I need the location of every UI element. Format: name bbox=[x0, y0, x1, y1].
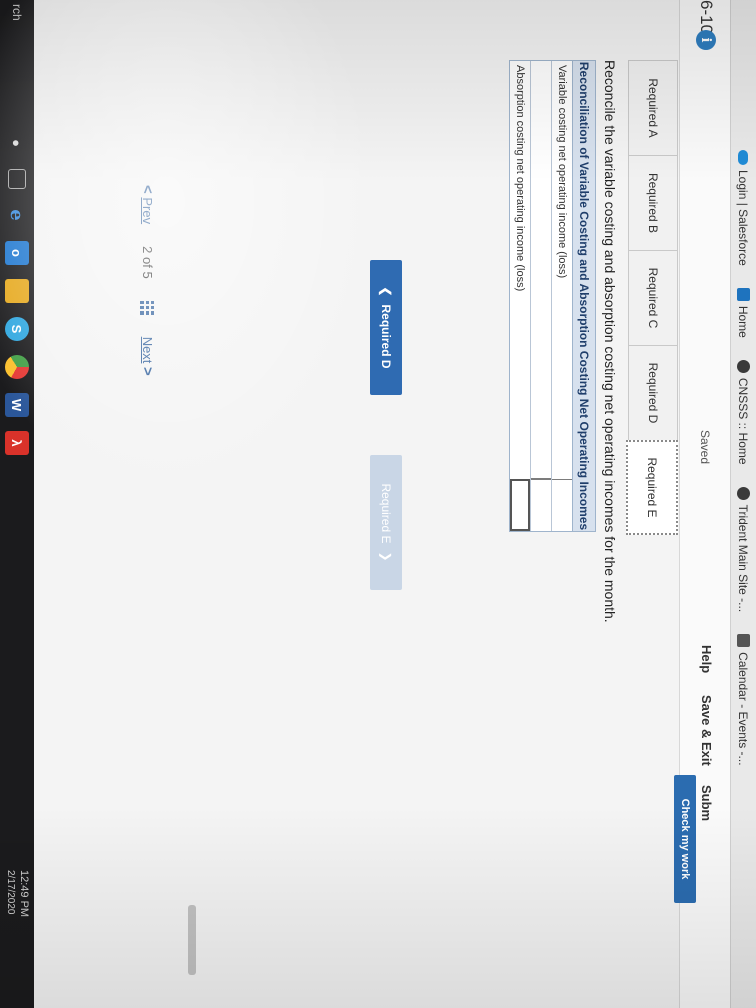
grid-icon[interactable] bbox=[140, 300, 155, 315]
total-pages: 5 bbox=[140, 271, 155, 279]
clock-time: 12:49 PM bbox=[18, 870, 30, 918]
save-exit-button[interactable]: Save & Exit bbox=[699, 695, 714, 766]
globe-icon bbox=[737, 359, 750, 373]
variable-costing-amount-input[interactable] bbox=[552, 479, 572, 531]
prev-required-label: Required D bbox=[379, 304, 393, 369]
table-title: Reconciliation of Variable Costing and A… bbox=[572, 61, 595, 531]
adjustment-select[interactable] bbox=[531, 61, 551, 479]
bookmark-calendar[interactable]: Calendar - Events -... bbox=[736, 634, 751, 766]
submit-button[interactable]: Subm bbox=[699, 785, 714, 821]
chevron-right-icon: > bbox=[139, 367, 156, 376]
tab-required-b[interactable]: Required B bbox=[628, 155, 678, 250]
tab-required-e[interactable]: Required E bbox=[626, 440, 678, 535]
next-required-button[interactable]: Required E ❯ bbox=[370, 455, 402, 590]
table-row: Absorption costing net operating income … bbox=[510, 61, 530, 531]
row-label: Absorption costing net operating income … bbox=[514, 65, 526, 292]
skype-icon[interactable]: S bbox=[5, 317, 29, 341]
table-row: Variable costing net operating income (l… bbox=[551, 61, 572, 531]
adjustment-amount-input[interactable] bbox=[531, 479, 551, 531]
bookmark-label: CNSSS :: Home bbox=[736, 377, 751, 465]
next-required-label: Required E bbox=[379, 483, 393, 544]
system-tray[interactable]: 12:49 PM 2/17/2020 bbox=[4, 870, 30, 917]
edge-icon[interactable]: e bbox=[5, 203, 29, 227]
reconciliation-table: Reconciliation of Variable Costing and A… bbox=[509, 60, 596, 532]
horizontal-scrollbar[interactable] bbox=[188, 905, 196, 975]
chevron-right-icon: ❯ bbox=[379, 551, 393, 562]
prev-required-button[interactable]: ❮ Required D bbox=[370, 260, 402, 395]
info-icon[interactable]: i bbox=[696, 30, 716, 50]
outlook-icon[interactable]: o bbox=[5, 241, 29, 265]
prev-link[interactable]: < Prev bbox=[139, 185, 156, 224]
instruction-text: Reconcile the variable costing and absor… bbox=[602, 60, 618, 623]
clock-date: 2/17/2020 bbox=[5, 870, 16, 915]
bookmark-label: Home bbox=[736, 305, 751, 338]
bookmark-label: Calendar - Events -... bbox=[736, 652, 751, 766]
microphone-icon[interactable]: ● bbox=[5, 131, 29, 155]
bookmark-label: Trident Main Site -... bbox=[736, 504, 751, 613]
taskbar-search[interactable]: rch bbox=[10, 4, 24, 124]
page-indicator: 2 of 5 bbox=[140, 246, 155, 279]
files-icon[interactable] bbox=[5, 279, 29, 303]
tab-required-d[interactable]: Required D bbox=[628, 345, 678, 440]
bookmarks-bar: Login | Salesforce Home CNSSS :: Home Tr… bbox=[730, 0, 756, 1008]
tab-required-c[interactable]: Required C bbox=[628, 250, 678, 345]
chevron-left-icon: < bbox=[139, 185, 156, 194]
next-link[interactable]: Next > bbox=[139, 337, 156, 376]
next-label: Next bbox=[140, 336, 155, 364]
table-row bbox=[530, 61, 551, 531]
tab-required-a[interactable]: Required A bbox=[628, 60, 678, 155]
question-pager: < Prev 2 of 5 Next > bbox=[139, 185, 156, 376]
bookmark-cnsss[interactable]: CNSSS :: Home bbox=[736, 359, 751, 465]
chrome-icon[interactable] bbox=[5, 355, 29, 379]
bookmark-home[interactable]: Home bbox=[736, 287, 751, 338]
absorption-costing-amount-input[interactable] bbox=[510, 479, 530, 531]
acrobat-icon[interactable]: λ bbox=[5, 431, 29, 455]
doc-icon bbox=[737, 287, 750, 301]
prev-label: Prev bbox=[140, 197, 155, 225]
chevron-left-icon: ❮ bbox=[379, 286, 393, 297]
word-icon[interactable]: W bbox=[5, 393, 29, 417]
problem-id: 6-10 bbox=[697, 0, 716, 35]
bookmark-label: Login | Salesforce bbox=[736, 170, 751, 266]
help-button[interactable]: Help bbox=[699, 645, 714, 673]
row-label: Variable costing net operating income (l… bbox=[556, 65, 568, 279]
cloud-icon bbox=[738, 150, 749, 165]
calendar-icon bbox=[737, 634, 750, 648]
screen: Login | Salesforce Home CNSSS :: Home Tr… bbox=[0, 0, 756, 1008]
bookmark-salesforce[interactable]: Login | Salesforce bbox=[737, 150, 751, 266]
task-view-icon[interactable] bbox=[8, 169, 26, 189]
current-page: 2 bbox=[140, 246, 155, 254]
taskbar: rch ● e o S W λ 12:49 PM 2/17/2020 bbox=[0, 0, 34, 1008]
saved-status: Saved bbox=[698, 430, 712, 465]
bookmark-trident[interactable]: Trident Main Site -... bbox=[736, 486, 751, 613]
requirement-tabs: Required A Required B Required C Require… bbox=[626, 60, 678, 535]
globe-icon bbox=[737, 486, 750, 500]
page-of: of bbox=[140, 256, 155, 268]
check-my-work-button[interactable]: Check my work bbox=[674, 775, 696, 903]
